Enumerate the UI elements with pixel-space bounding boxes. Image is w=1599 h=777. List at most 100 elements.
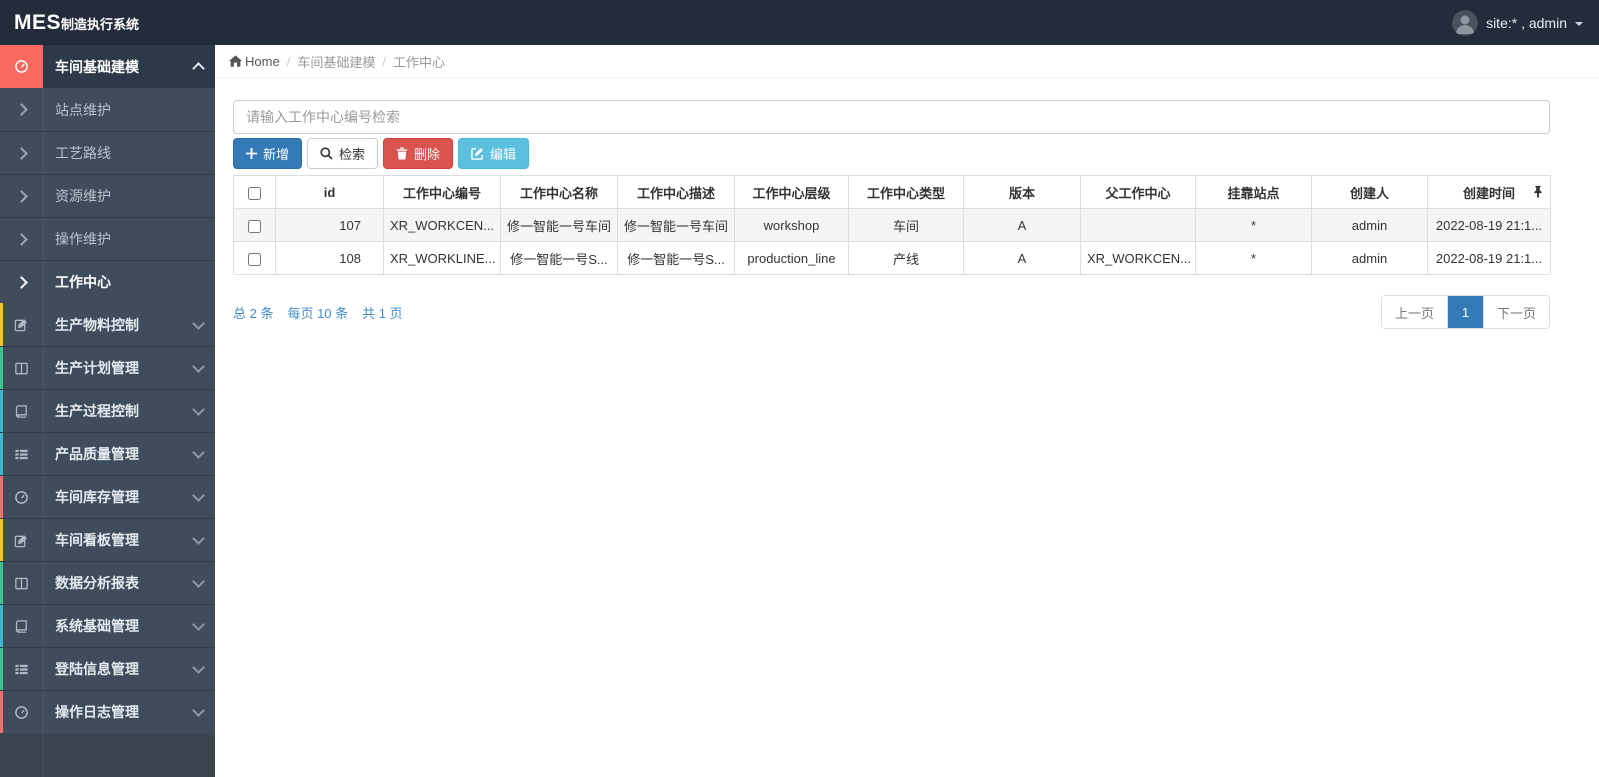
workcenter-table: id 工作中心编号 工作中心名称 工作中心描述 工作中心层级 工作中心类型 版本 父工作中心挂…	[233, 175, 1551, 275]
table-row[interactable]: 107 XR_WORKCEN... 修一智能一号车间 修一智能一号车间 workshop…	[233, 208, 1551, 242]
chevron-right-icon	[0, 132, 43, 174]
top-navbar: MES 制造执行系统 site:* , admin	[0, 0, 1599, 45]
table-cell: 2022-08-19 21:1...	[1427, 208, 1551, 242]
sidebar-group-label: 生产计划管理	[55, 360, 139, 376]
table-cell: workshop	[734, 208, 849, 242]
sidebar-group-label: 登陆信息管理	[55, 661, 139, 677]
group-color-strip	[0, 519, 3, 561]
sidebar-group[interactable]: 登陆信息管理	[0, 647, 215, 690]
select-all-header	[233, 175, 276, 209]
table-cell: 修一智能一号车间	[617, 208, 735, 242]
sidebar-group-active[interactable]: 车间基础建模	[0, 45, 215, 88]
sidebar-item-active[interactable]: 工作中心	[0, 260, 215, 303]
pagination: 总 2 条 每页 10 条 共 1 页 上一页 1 下一页	[233, 295, 1550, 329]
sidebar-group[interactable]: 生产物料控制	[0, 303, 215, 346]
row-checkbox[interactable]	[248, 252, 261, 266]
column-header[interactable]: 工作中心名称	[500, 175, 618, 209]
table-cell: 产线	[848, 241, 964, 275]
prev-page-button[interactable]: 上一页	[1381, 296, 1447, 328]
pin-icon	[1533, 185, 1543, 201]
delete-button[interactable]: 删除	[383, 138, 454, 169]
column-header[interactable]: 工作中心类型	[848, 175, 964, 209]
sidebar-footer	[0, 733, 215, 777]
table-cell: 108	[275, 241, 384, 275]
sidebar-group[interactable]: 产品质量管理	[0, 432, 215, 475]
app-logo-title: 制造执行系统	[61, 16, 140, 32]
sidebar-item[interactable]: 操作维护	[0, 217, 215, 260]
sidebar-item[interactable]: 资源维护	[0, 174, 215, 217]
sidebar-group[interactable]: 操作日志管理	[0, 690, 215, 733]
chevron-down-icon	[181, 403, 215, 416]
page-1-button[interactable]: 1	[1446, 296, 1483, 328]
breadcrumb-home-link[interactable]: Home	[229, 54, 280, 69]
next-page-button[interactable]: 下一页	[1482, 296, 1549, 328]
edit-button[interactable]: 编辑	[458, 138, 530, 169]
table-cell: 车间	[848, 208, 964, 242]
sidebar-group[interactable]: 车间库存管理	[0, 475, 215, 518]
sidebar-group[interactable]: 系统基础管理	[0, 604, 215, 647]
column-header[interactable]: 父工作中心	[1080, 175, 1196, 209]
chevron-down-icon	[181, 575, 215, 588]
sidebar-group-label: 车间基础建模	[55, 58, 139, 75]
table-row[interactable]: 108 XR_WORKLINE... 修一智能一号S... 修一智能一号S... pro…	[233, 241, 1551, 275]
select-all-checkbox[interactable]	[248, 186, 261, 200]
sidebar-item[interactable]: 站点维护	[0, 88, 215, 131]
search-input[interactable]	[233, 100, 1550, 134]
plus-icon	[246, 148, 257, 159]
column-header[interactable]: 版本	[963, 175, 1081, 209]
row-checkbox[interactable]	[248, 219, 261, 233]
row-select-cell	[233, 241, 276, 275]
table-cell: admin	[1311, 208, 1428, 242]
sidebar-group-label: 车间库存管理	[55, 489, 139, 505]
book-icon	[0, 605, 43, 647]
book-icon	[0, 390, 43, 432]
table-cell: *	[1195, 241, 1312, 275]
chevron-down-icon	[181, 661, 215, 674]
group-color-strip	[0, 562, 3, 604]
sidebar-group-label: 系统基础管理	[55, 618, 139, 634]
sidebar-group[interactable]: 生产计划管理	[0, 346, 215, 389]
sidebar-group-label: 数据分析报表	[55, 575, 139, 591]
columns-icon	[0, 562, 43, 604]
page-count: 共 1 页	[362, 305, 403, 321]
search-icon	[320, 147, 333, 160]
table-cell: XR_WORKCEN...	[1080, 241, 1196, 275]
table-cell: XR_WORKCEN...	[383, 208, 501, 242]
breadcrumb-separator: /	[382, 53, 386, 69]
add-button[interactable]: 新增	[233, 138, 303, 169]
edit-icon	[0, 303, 43, 346]
column-header[interactable]: 创建时间	[1427, 175, 1551, 209]
chevron-down-icon	[181, 316, 215, 330]
column-header[interactable]: 工作中心描述	[617, 175, 735, 209]
column-header[interactable]: 工作中心编号	[383, 175, 501, 209]
column-header[interactable]: id	[275, 175, 384, 209]
chevron-right-icon	[0, 261, 43, 303]
chevron-right-icon	[0, 218, 43, 260]
app-logo[interactable]: MES 制造执行系统	[0, 11, 139, 35]
group-color-strip	[0, 691, 3, 733]
table-cell: admin	[1311, 241, 1428, 275]
column-header[interactable]: 创建人	[1311, 175, 1428, 209]
column-header[interactable]: 挂靠站点	[1195, 175, 1312, 209]
chevron-down-icon	[181, 360, 215, 373]
group-color-strip	[0, 303, 3, 346]
caret-down-icon	[1575, 21, 1583, 26]
table-cell: 107	[275, 208, 384, 242]
user-menu[interactable]: site:* , admin	[1452, 9, 1599, 36]
chevron-right-icon	[0, 88, 43, 131]
breadcrumb-parent-link[interactable]: 车间基础建模	[297, 52, 375, 71]
group-color-strip	[0, 605, 3, 647]
row-select-cell	[233, 208, 276, 242]
column-header[interactable]: 工作中心层级	[734, 175, 849, 209]
sidebar: 车间基础建模 站点维护 工艺路线 资源维护 操作维护 工作中心 生产物料控制生产计划管理…	[0, 45, 215, 777]
search-button[interactable]: 检索	[307, 138, 379, 169]
chevron-down-icon	[181, 704, 215, 717]
sidebar-group[interactable]: 车间看板管理	[0, 518, 215, 561]
user-label: site:* , admin	[1486, 14, 1567, 31]
table-cell: 修一智能一号S...	[500, 241, 618, 275]
sidebar-group[interactable]: 数据分析报表	[0, 561, 215, 604]
dashboard-icon	[0, 691, 43, 733]
sidebar-item[interactable]: 工艺路线	[0, 131, 215, 174]
sidebar-group[interactable]: 生产过程控制	[0, 389, 215, 432]
page-size-select[interactable]: 每页 10 条	[287, 303, 348, 322]
